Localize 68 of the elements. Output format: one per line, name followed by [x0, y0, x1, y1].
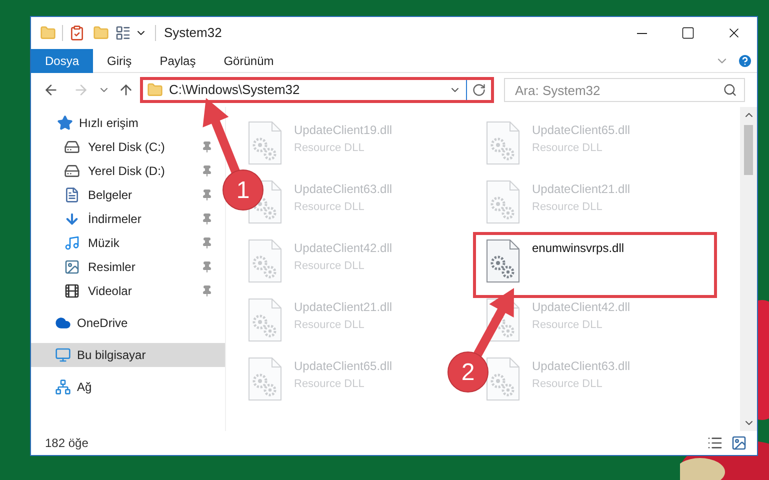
- ribbon-tab[interactable]: Görünüm: [210, 48, 288, 72]
- window-title: System32: [164, 24, 222, 42]
- nav-item[interactable]: Hızlı erişim: [31, 111, 191, 135]
- ribbon-tab[interactable]: Dosya: [31, 48, 94, 72]
- nav-item[interactable]: Bu bilgisayar: [31, 343, 225, 367]
- search-icon[interactable]: [723, 83, 737, 97]
- item-count: 182 öğe: [45, 435, 88, 452]
- pin-icon[interactable]: [201, 285, 213, 297]
- layout-icon[interactable]: [115, 25, 131, 41]
- nav-item[interactable]: Videolar: [31, 279, 215, 303]
- music-note-icon: [64, 235, 80, 251]
- ribbon-tab[interactable]: Paylaş: [146, 48, 210, 72]
- gear-file-icon: [486, 121, 520, 165]
- pin-icon[interactable]: [201, 189, 213, 201]
- minimize-icon: [637, 32, 647, 34]
- number-badge: [222, 170, 264, 210]
- gear-file-icon: [248, 121, 282, 165]
- refresh-icon[interactable]: [472, 83, 486, 97]
- nav-item[interactable]: İndirmeler: [31, 207, 215, 231]
- folder-icon[interactable]: [40, 25, 56, 41]
- gear-file-icon: [486, 357, 520, 401]
- gear-file-icon: [486, 180, 520, 224]
- address-bar[interactable]: C:\Windows\System32: [140, 77, 494, 103]
- details-view-icon[interactable]: [707, 435, 723, 451]
- pin-icon[interactable]: [201, 237, 213, 249]
- scrollbar-thumb[interactable]: [744, 125, 753, 175]
- monitor-icon: [55, 347, 71, 363]
- maximize-icon: [681, 26, 695, 40]
- nav-item[interactable]: Ağ: [31, 375, 225, 399]
- search-field[interactable]: Ara: System32: [504, 78, 745, 102]
- properties-icon[interactable]: [69, 25, 85, 41]
- number-badge: [448, 352, 488, 392]
- back-icon[interactable]: [43, 82, 59, 98]
- gear-file-icon: [248, 239, 282, 283]
- drive-icon: [64, 139, 80, 155]
- ribbon-tab[interactable]: Giriş: [93, 48, 146, 72]
- drive-icon: [64, 163, 80, 179]
- large-icons-view-icon[interactable]: [731, 435, 747, 451]
- document-icon: [64, 187, 80, 203]
- cloud-icon: [55, 315, 71, 331]
- file-name[interactable]: enumwinsvrps.dll: [532, 239, 624, 257]
- pin-icon[interactable]: [201, 213, 213, 225]
- nav-item[interactable]: OneDrive: [31, 311, 225, 335]
- nav-item[interactable]: Yerel Disk (D:): [31, 159, 215, 183]
- gear-file-icon: [248, 298, 282, 342]
- up-icon[interactable]: [118, 82, 134, 98]
- pin-icon[interactable]: [201, 165, 213, 177]
- new-folder-icon[interactable]: [93, 25, 109, 41]
- address-path: C:\Windows\System32: [169, 81, 300, 100]
- film-icon: [64, 283, 80, 299]
- star-icon: [57, 115, 73, 131]
- nav-item[interactable]: Belgeler: [31, 183, 215, 207]
- picture-icon: [64, 259, 80, 275]
- help-icon[interactable]: [737, 52, 753, 68]
- forward-icon[interactable]: [73, 82, 89, 98]
- nav-item[interactable]: Müzik: [31, 231, 215, 255]
- pin-icon[interactable]: [201, 141, 213, 153]
- gear-file-icon: [248, 357, 282, 401]
- pin-icon[interactable]: [201, 261, 213, 273]
- folder-icon: [147, 82, 163, 98]
- callout-number: 2: [461, 359, 475, 386]
- network-icon: [55, 379, 71, 395]
- callout-number: 1: [236, 177, 250, 204]
- download-icon: [64, 211, 80, 227]
- gear-file-icon: [486, 239, 520, 283]
- nav-item[interactable]: Yerel Disk (C:): [31, 135, 215, 159]
- scrollbar[interactable]: [740, 107, 757, 431]
- nav-item[interactable]: Resimler: [31, 255, 215, 279]
